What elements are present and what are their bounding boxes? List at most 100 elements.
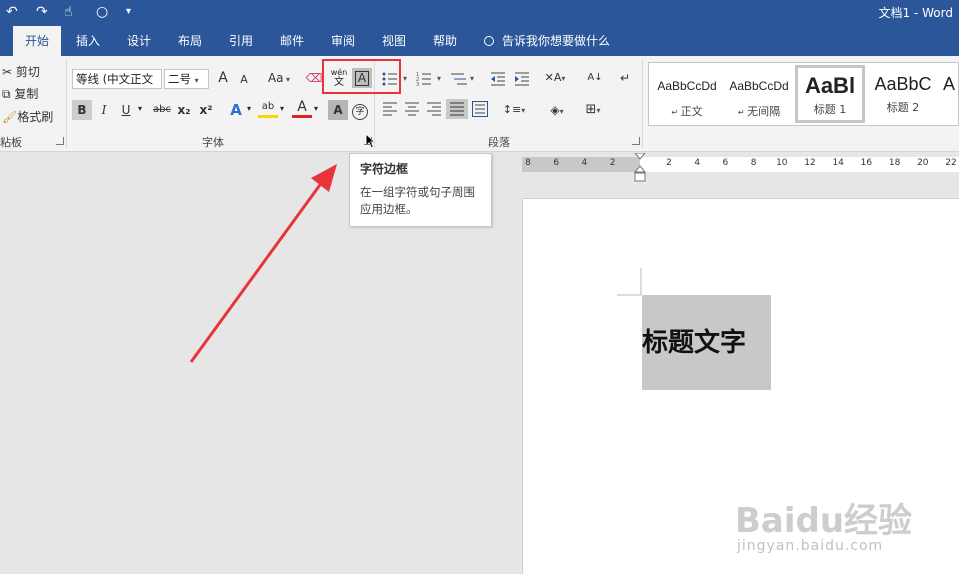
increase-indent-icon[interactable] bbox=[514, 71, 530, 87]
style-preview: AaBbC bbox=[874, 74, 932, 94]
ribbon-tabs: 开始 插入 设计 布局 引用 邮件 审阅 视图 帮助 告诉我你想要做什么 bbox=[0, 26, 959, 57]
tab-insert[interactable]: 插入 bbox=[70, 26, 106, 56]
heading-text[interactable]: 标题文字 bbox=[642, 322, 746, 359]
title-bar: ↶ ↷ ☝ ○ ▾ 文档1 - Word bbox=[0, 0, 959, 26]
baidu-watermark-logo: Baidu经验 bbox=[735, 501, 913, 541]
group-divider bbox=[66, 60, 67, 148]
numbering-dropdown-icon[interactable]: ▾ bbox=[437, 74, 441, 83]
tab-layout[interactable]: 布局 bbox=[172, 26, 208, 56]
enclose-characters-button[interactable]: 字 bbox=[350, 100, 370, 120]
font-name-combo[interactable]: 等线 (中文正文 bbox=[72, 69, 162, 89]
tooltip-body: 在一组字符或句子周围应用边框。 bbox=[360, 185, 475, 216]
multilevel-list-icon[interactable] bbox=[450, 71, 468, 87]
font-group-label: 字体 bbox=[202, 136, 224, 149]
style-preview: A bbox=[942, 74, 955, 94]
justify-button[interactable] bbox=[446, 99, 468, 119]
touch-mode-icon[interactable]: ☝ bbox=[64, 3, 73, 21]
bullets-dropdown-icon[interactable]: ▾ bbox=[403, 74, 407, 83]
tab-home[interactable]: 开始 bbox=[13, 26, 61, 57]
paragraph-group-label: 段落 bbox=[488, 136, 510, 149]
font-size-combo[interactable]: 二号 ▾ bbox=[164, 69, 209, 89]
underline-button[interactable]: U bbox=[116, 100, 136, 120]
chinese-layout-button[interactable]: ✕A▾ bbox=[542, 68, 568, 88]
search-icon bbox=[484, 36, 494, 46]
sort-button[interactable]: A↓ bbox=[585, 68, 605, 88]
cut-button[interactable]: ✂ 剪切 bbox=[2, 63, 40, 81]
undo-icon[interactable]: ↶ bbox=[6, 3, 18, 21]
ruler-tick-label: 16 bbox=[860, 158, 873, 168]
style-heading-2[interactable]: AaBbC 标题 2 bbox=[867, 65, 939, 123]
grow-font-icon: A bbox=[218, 70, 228, 86]
circle-icon[interactable]: ○ bbox=[96, 3, 108, 21]
indent-marker-icon[interactable] bbox=[634, 153, 646, 183]
clipboard-launcher-icon[interactable] bbox=[56, 137, 64, 145]
document-title: 文档1 - Word bbox=[878, 6, 953, 20]
underline-dropdown-icon[interactable]: ▾ bbox=[138, 104, 142, 113]
multilevel-dropdown-icon[interactable]: ▾ bbox=[470, 74, 474, 83]
text-effects-button[interactable]: A bbox=[226, 100, 246, 120]
change-case-button[interactable]: Aa ▾ bbox=[264, 68, 294, 88]
customize-icon[interactable]: ▾ bbox=[126, 3, 131, 21]
paragraph-launcher-icon[interactable] bbox=[632, 137, 640, 145]
italic-button[interactable]: I bbox=[94, 100, 114, 120]
ruler-tick-label: 6 bbox=[553, 158, 560, 168]
font-launcher-icon[interactable] bbox=[364, 137, 372, 145]
style-normal[interactable]: AaBbCcDd ↵ 正文 bbox=[651, 65, 723, 123]
style-preview: AaBbCcDd bbox=[657, 79, 717, 93]
tell-me-search[interactable]: 告诉我你想要做什么 bbox=[484, 26, 610, 56]
tab-design[interactable]: 设计 bbox=[121, 26, 157, 56]
shrink-font-button[interactable]: A bbox=[234, 70, 254, 90]
highlight-box bbox=[322, 59, 401, 94]
text-effects-dropdown-icon[interactable]: ▾ bbox=[247, 104, 251, 113]
superscript-button[interactable]: x² bbox=[196, 100, 216, 120]
highlight-dropdown-icon[interactable]: ▾ bbox=[280, 104, 284, 113]
margin-corner-mark bbox=[617, 268, 642, 296]
format-painter-button[interactable]: 🖌格式刷 bbox=[2, 108, 53, 126]
numbering-icon[interactable]: 123 bbox=[416, 71, 432, 87]
annotation-arrow bbox=[189, 164, 337, 363]
underline-icon: U bbox=[121, 103, 131, 117]
style-heading-1[interactable]: AaBl 标题 1 bbox=[795, 65, 865, 123]
ruler-tick-label: 2 bbox=[666, 158, 672, 168]
align-center-icon[interactable] bbox=[405, 102, 419, 116]
shading-button[interactable]: ◈▾ bbox=[542, 100, 572, 120]
tab-help[interactable]: 帮助 bbox=[427, 26, 463, 56]
bold-icon: B bbox=[77, 103, 87, 117]
svg-text:3: 3 bbox=[416, 82, 419, 87]
decrease-indent-icon[interactable] bbox=[490, 71, 506, 87]
styles-gallery: AaBbCcDd ↵ 正文 AaBbCcDd ↵ 无间隔 AaBl 标题 1 A… bbox=[648, 62, 959, 126]
ruler-tick-label: 4 bbox=[694, 158, 701, 168]
clear-format-button[interactable]: ⌫ bbox=[304, 68, 324, 88]
line-spacing-button[interactable]: ↕≡▾ bbox=[500, 100, 528, 120]
chinese-layout-icon: ✕A bbox=[544, 71, 562, 84]
align-left-icon[interactable] bbox=[383, 102, 397, 116]
show-marks-button[interactable]: ↵ bbox=[615, 68, 635, 88]
align-right-icon[interactable] bbox=[427, 102, 441, 116]
style-title[interactable]: A bbox=[939, 65, 958, 123]
font-color-dropdown-icon[interactable]: ▾ bbox=[314, 104, 318, 113]
borders-button[interactable]: ⊞▾ bbox=[578, 100, 608, 120]
font-color-button[interactable]: A bbox=[292, 100, 312, 118]
bold-button[interactable]: B bbox=[72, 100, 92, 120]
copy-button[interactable]: ⧉ 复制 bbox=[2, 85, 38, 103]
subscript-button[interactable]: x₂ bbox=[174, 100, 194, 120]
format-painter-label: 格式刷 bbox=[17, 110, 54, 124]
distributed-icon[interactable] bbox=[472, 101, 488, 117]
grow-font-button[interactable]: A bbox=[213, 68, 233, 88]
horizontal-ruler[interactable]: 8 6 4 2 2 4 6 8 10 12 14 16 18 20 22 bbox=[522, 157, 959, 172]
tab-references[interactable]: 引用 bbox=[223, 26, 259, 56]
highlight-button[interactable]: ab bbox=[258, 100, 278, 118]
line-spacing-icon: ↕≡ bbox=[502, 103, 522, 116]
tab-review[interactable]: 审阅 bbox=[325, 26, 361, 56]
tab-view[interactable]: 视图 bbox=[376, 26, 412, 56]
ruler-tick-label: 14 bbox=[832, 158, 844, 168]
baidu-watermark-url: jingyan.baidu.com bbox=[737, 538, 884, 554]
redo-icon[interactable]: ↷ bbox=[36, 3, 48, 21]
strikethrough-button[interactable]: abc bbox=[150, 100, 174, 120]
superscript-icon: x² bbox=[199, 103, 213, 117]
style-no-spacing[interactable]: AaBbCcDd ↵ 无间隔 bbox=[723, 65, 795, 123]
character-shading-button[interactable]: A bbox=[328, 100, 348, 120]
tell-me-label: 告诉我你想要做什么 bbox=[502, 34, 611, 48]
tab-mailings[interactable]: 邮件 bbox=[274, 26, 310, 56]
clipboard-group-label: 粘板 bbox=[0, 136, 22, 149]
